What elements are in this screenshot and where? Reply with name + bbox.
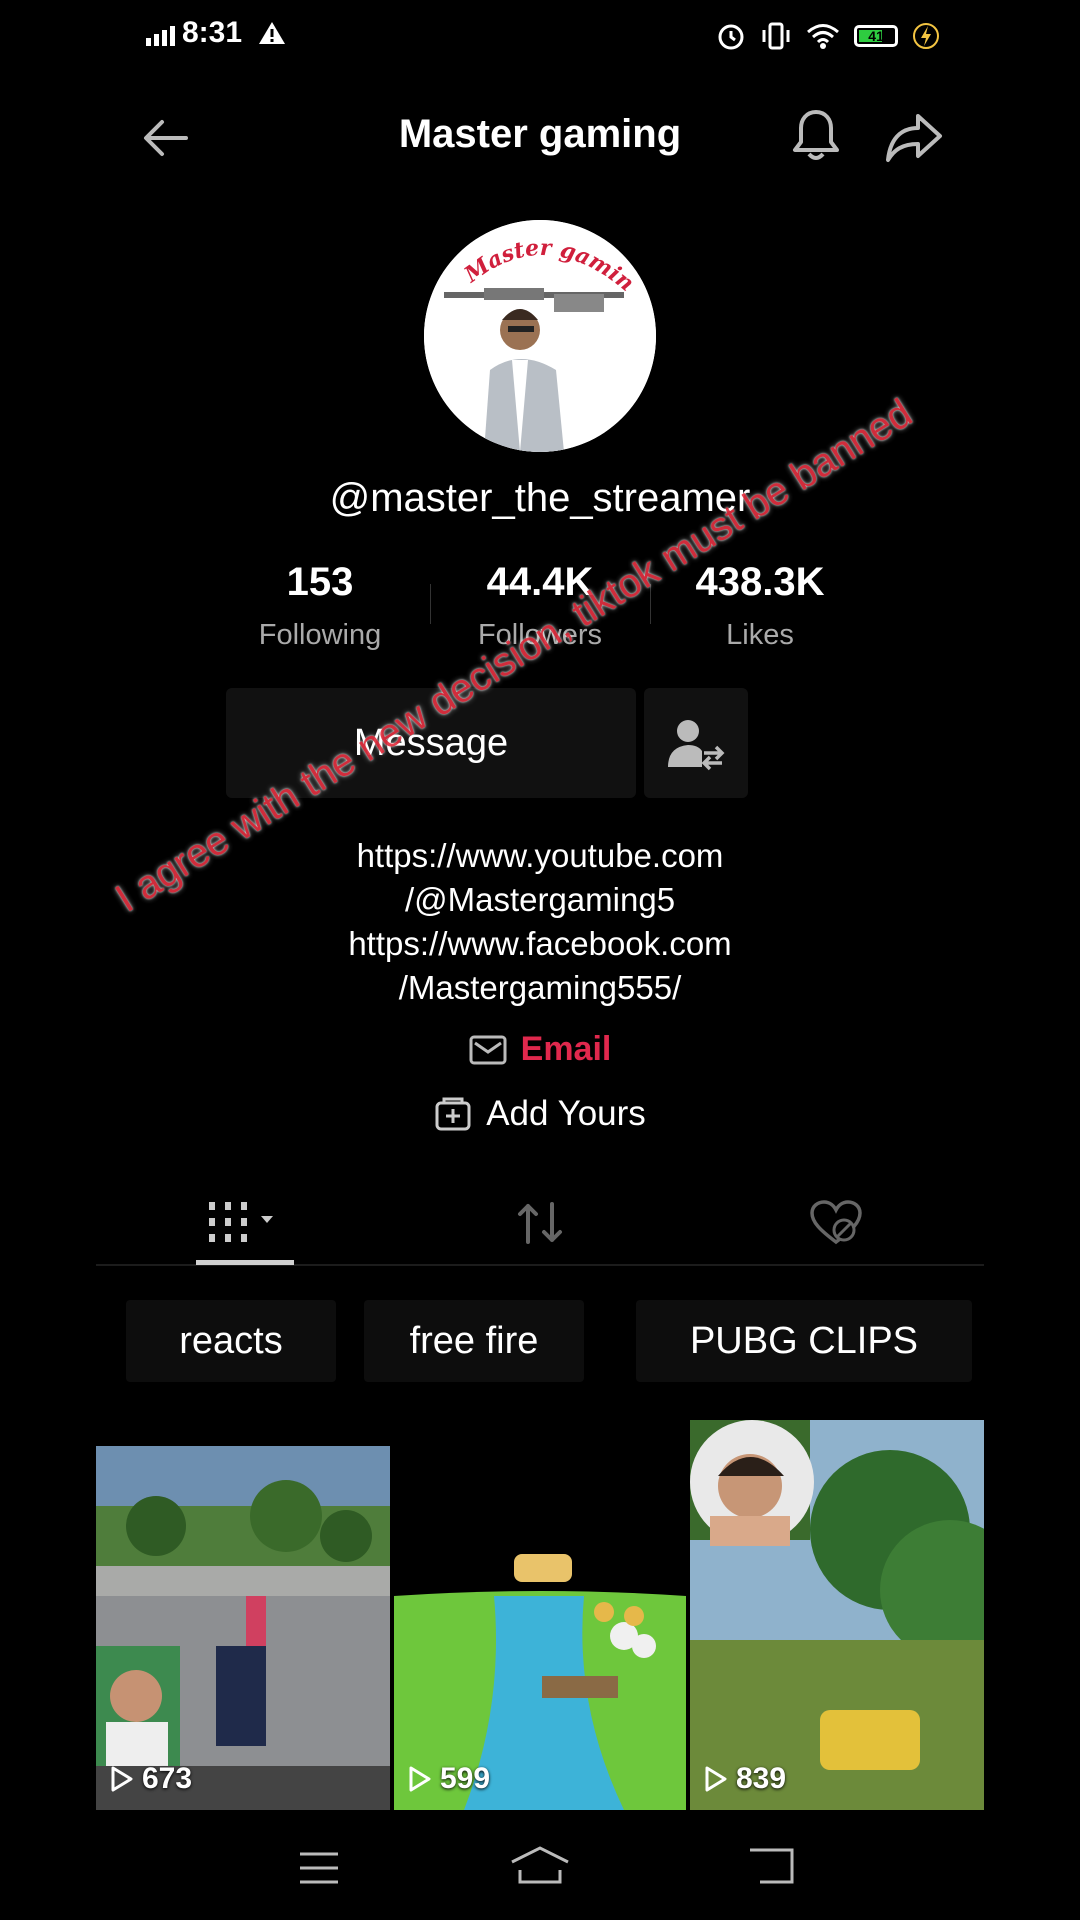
bell-icon[interactable]: [788, 106, 844, 166]
video-preview-image: [690, 1420, 984, 1810]
avatar-image: Master gaming: [424, 220, 656, 452]
play-icon: [409, 1766, 431, 1792]
status-time: 8:31: [182, 16, 243, 49]
play-icon: [111, 1766, 133, 1792]
email-label: Email: [520, 1030, 612, 1068]
battery-level: 41: [868, 28, 884, 44]
video-thumbnail[interactable]: 839: [690, 1420, 984, 1810]
profile-header: Master gaming: [0, 90, 1080, 180]
play-icon: [705, 1766, 727, 1792]
warning-icon: [259, 22, 285, 44]
tab-liked[interactable]: [786, 1180, 886, 1266]
bio-line[interactable]: /Mastergaming555/: [0, 966, 1080, 1010]
view-count: 599: [408, 1762, 490, 1796]
user-swap-icon: [668, 720, 725, 771]
username: @master_the_streamer: [329, 476, 751, 520]
view-count: 673: [110, 1762, 192, 1796]
status-bar: 8:31 41: [0, 0, 1080, 72]
follow-back-button[interactable]: [644, 688, 748, 798]
stat-following[interactable]: 153 Following: [210, 556, 430, 666]
playlist-chip[interactable]: PUBG CLIPS: [636, 1300, 972, 1382]
view-count-value: 673: [142, 1762, 193, 1795]
stat-value: 153: [286, 560, 354, 604]
add-yours-link[interactable]: Add Yours: [0, 1094, 1080, 1134]
stat-label: Following: [258, 619, 382, 651]
signal-icon: [146, 26, 175, 46]
playlist-chip[interactable]: free fire: [364, 1300, 584, 1382]
charging-icon: [913, 23, 939, 49]
bio-line[interactable]: https://www.facebook.com: [0, 922, 1080, 966]
share-arrow-icon[interactable]: [884, 108, 944, 164]
playlist-row: reacts free fire PUBG CLIPS: [96, 1300, 984, 1382]
add-box-icon: [435, 1097, 471, 1131]
avatar[interactable]: Master gaming: [424, 220, 656, 452]
vibrate-icon: [762, 22, 790, 50]
battery-icon: 41: [854, 25, 898, 47]
alarm-icon: [718, 24, 744, 50]
grid-icon: [209, 1202, 273, 1242]
mail-icon: [469, 1035, 507, 1064]
playlist-chip[interactable]: reacts: [126, 1300, 336, 1382]
add-yours-label: Add Yours: [486, 1094, 646, 1133]
video-thumbnail[interactable]: 599: [394, 1446, 686, 1810]
active-tab-indicator: [196, 1260, 294, 1265]
menu-icon[interactable]: [298, 1850, 340, 1886]
tab-videos[interactable]: [196, 1180, 294, 1266]
video-preview-image: [96, 1446, 390, 1810]
email-link[interactable]: Email: [0, 1030, 1080, 1069]
back-icon[interactable]: [748, 1846, 794, 1886]
wifi-icon: [807, 24, 839, 49]
view-count: 839: [704, 1762, 786, 1796]
stat-label: Likes: [726, 619, 794, 651]
hidden-heart-icon: [810, 1200, 862, 1245]
system-nav-bar: [0, 1820, 1080, 1920]
view-count-value: 599: [440, 1762, 491, 1795]
tab-reposts[interactable]: [490, 1180, 590, 1266]
profile-tabs: [96, 1180, 984, 1266]
video-thumbnail[interactable]: 673: [96, 1446, 390, 1810]
home-icon[interactable]: [508, 1844, 572, 1886]
video-preview-image: [394, 1446, 686, 1810]
view-count-value: 839: [736, 1762, 787, 1795]
repost-icon: [518, 1202, 562, 1244]
